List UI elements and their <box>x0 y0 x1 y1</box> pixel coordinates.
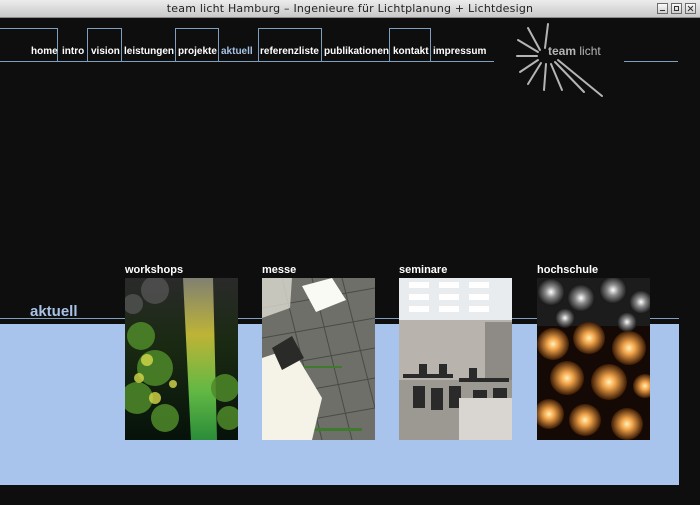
nav-kontakt[interactable]: kontakt <box>389 28 431 62</box>
logo-wordmark-bold: team <box>548 44 577 58</box>
nav-leistungen[interactable]: leistungen <box>124 28 174 62</box>
nav-projekte[interactable]: projekte <box>175 28 219 62</box>
window-titlebar: team licht Hamburg – Ingenieure für Lich… <box>0 0 700 18</box>
logo-divider <box>624 61 678 62</box>
window-title: team licht Hamburg – Ingenieure für Lich… <box>166 2 534 15</box>
messe-photo[interactable] <box>262 278 375 440</box>
card-seminare[interactable]: seminare <box>399 264 512 440</box>
scrollbar[interactable] <box>679 18 700 505</box>
card-messe[interactable]: messe <box>262 264 375 440</box>
nav-referenzliste[interactable]: referenzliste <box>258 28 322 62</box>
section-title: aktuell <box>30 303 78 320</box>
nav-impressum[interactable]: impressum <box>433 28 489 62</box>
seminare-photo[interactable] <box>399 278 512 440</box>
nav-aktuell[interactable]: aktuell <box>221 28 257 62</box>
workshops-photo[interactable] <box>125 278 238 440</box>
card-label[interactable]: workshops <box>125 264 238 278</box>
nav-vision[interactable]: vision <box>87 28 122 62</box>
logo-wordmark-light: licht <box>579 44 601 58</box>
nav-intro[interactable]: intro <box>62 28 88 62</box>
card-workshops[interactable]: workshops <box>125 264 238 440</box>
window-controls <box>657 3 696 14</box>
logo-wordmark[interactable]: team licht <box>548 44 601 58</box>
minimize-icon[interactable] <box>657 3 668 14</box>
card-label[interactable]: seminare <box>399 264 512 278</box>
close-icon[interactable] <box>685 3 696 14</box>
hochschule-photo[interactable] <box>537 278 650 440</box>
card-label[interactable]: hochschule <box>537 264 650 278</box>
team-licht-logo-icon[interactable] <box>514 20 614 100</box>
card-label[interactable]: messe <box>262 264 375 278</box>
card-hochschule[interactable]: hochschule <box>537 264 650 440</box>
nav-home[interactable]: home <box>0 28 58 62</box>
maximize-icon[interactable] <box>671 3 682 14</box>
nav-publikationen[interactable]: publikationen <box>324 28 389 62</box>
